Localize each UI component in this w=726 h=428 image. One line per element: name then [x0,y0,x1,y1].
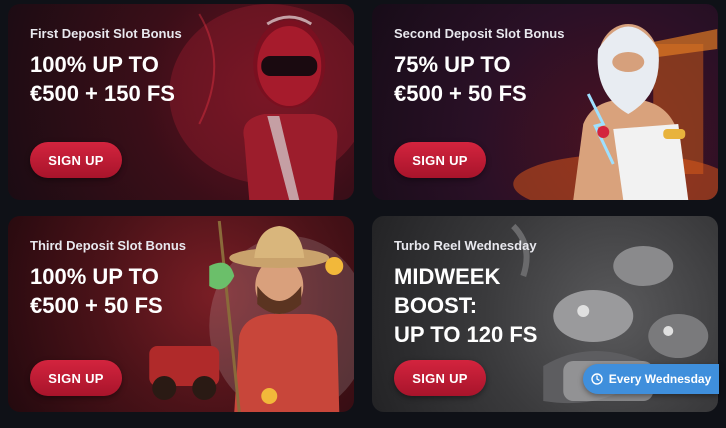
headline-line: BOOST: [394,293,478,318]
promo-card-first-deposit[interactable]: First Deposit Slot Bonus 100% UP TO €500… [8,4,354,200]
promo-subtitle: Turbo Reel Wednesday [394,238,537,253]
badge-label: Every Wednesday [608,372,712,386]
clock-icon [591,373,603,385]
sign-up-button[interactable]: SIGN UP [30,142,122,178]
headline-line: 75% UP TO [394,52,511,77]
promo-headline: 100% UP TO €500 + 50 FS [30,262,163,320]
promo-subtitle: Second Deposit Slot Bonus [394,26,565,41]
headline-line: MIDWEEK [394,264,501,289]
headline-line: €500 + 50 FS [30,293,163,318]
sign-up-button[interactable]: SIGN UP [394,142,486,178]
headline-line: UP TO 120 FS [394,322,538,347]
promo-subtitle: Third Deposit Slot Bonus [30,238,186,253]
promo-headline: 100% UP TO €500 + 150 FS [30,50,175,108]
sign-up-button[interactable]: SIGN UP [30,360,122,396]
sign-up-button[interactable]: SIGN UP [394,360,486,396]
headline-line: €500 + 50 FS [394,81,527,106]
promo-card-second-deposit[interactable]: Second Deposit Slot Bonus 75% UP TO €500… [372,4,718,200]
promo-card-third-deposit[interactable]: Third Deposit Slot Bonus 100% UP TO €500… [8,216,354,412]
headline-line: 100% UP TO [30,264,159,289]
promo-headline: MIDWEEK BOOST: UP TO 120 FS [394,262,537,349]
every-wednesday-badge: Every Wednesday [583,364,719,394]
headline-line: €500 + 150 FS [30,81,175,106]
promo-subtitle: First Deposit Slot Bonus [30,26,182,41]
promo-headline: 75% UP TO €500 + 50 FS [394,50,527,108]
headline-line: 100% UP TO [30,52,159,77]
